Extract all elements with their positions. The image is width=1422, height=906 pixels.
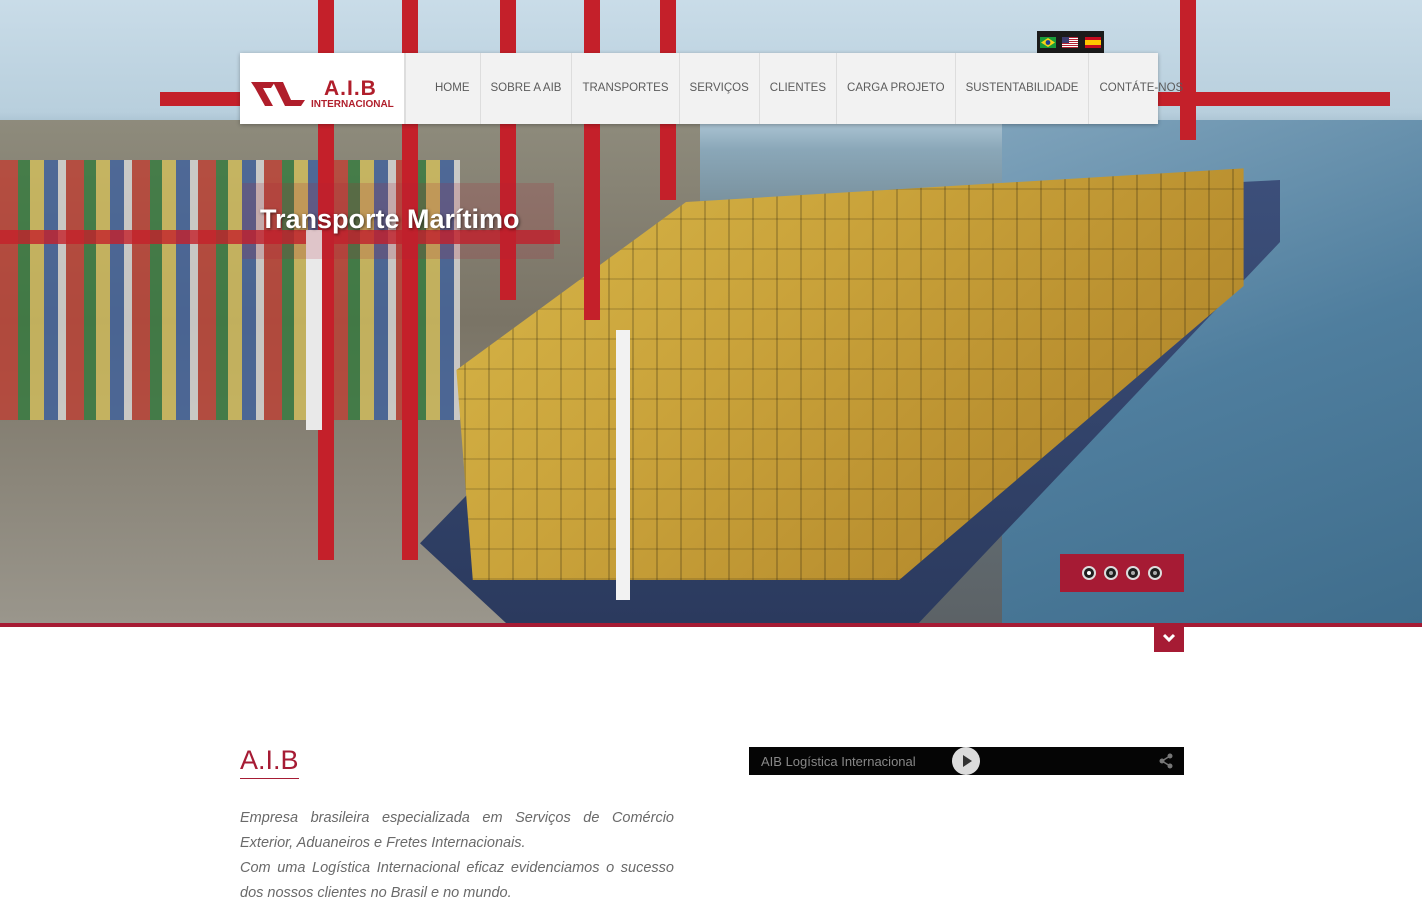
nav-menu: HOME SOBRE A AIB TRANSPORTES SERVIÇOS CL… (425, 53, 1193, 124)
aib-logo-icon (251, 82, 305, 106)
hero-crane-leg (584, 0, 600, 320)
hero-divider (0, 623, 1422, 627)
slide-caption: Transporte Marítimo (260, 204, 520, 234)
slider-dot-4[interactable] (1148, 566, 1162, 580)
nav-item-sustentabilidade[interactable]: SUSTENTABILIDADE (956, 53, 1090, 124)
nav-item-contate[interactable]: CONTÁTE-NOS (1089, 53, 1193, 124)
nav-item-servicos[interactable]: SERVIÇOS (680, 53, 760, 124)
video-player[interactable]: AIB Logística Internacional (749, 747, 1184, 775)
nav-item-carga-projeto[interactable]: CARGA PROJETO (837, 53, 956, 124)
slider-dot-1[interactable] (1082, 566, 1096, 580)
hero-ship-mast (616, 330, 630, 600)
video-title[interactable]: AIB Logística Internacional (761, 754, 916, 769)
play-icon[interactable] (952, 747, 980, 775)
usa-flag-icon[interactable] (1062, 36, 1079, 48)
logo-subtitle: INTERNACIONAL (311, 99, 394, 110)
nav-item-sobre[interactable]: SOBRE A AIB (481, 53, 573, 124)
about-paragraph-2: Com uma Logística Internacional eficaz e… (240, 860, 674, 901)
chevron-down-icon (1162, 633, 1176, 643)
about-text: Empresa brasileira especializada em Serv… (240, 806, 674, 906)
about-paragraph-1: Empresa brasileira especializada em Serv… (240, 810, 674, 851)
main-navbar: A.I.B INTERNACIONAL HOME SOBRE A AIB TRA… (240, 53, 1183, 124)
logo[interactable]: A.I.B INTERNACIONAL (240, 53, 406, 124)
nav-item-transportes[interactable]: TRANSPORTES (572, 53, 680, 124)
language-switcher (1037, 31, 1104, 53)
scroll-down-button[interactable] (1154, 627, 1184, 652)
slider-dot-3[interactable] (1126, 566, 1140, 580)
hero-crane-leg (306, 230, 322, 430)
section-title: A.I.B (240, 745, 299, 779)
nav-item-home[interactable]: HOME (425, 53, 481, 124)
share-icon[interactable] (1158, 753, 1174, 769)
brazil-flag-icon[interactable] (1040, 36, 1057, 48)
spain-flag-icon[interactable] (1084, 36, 1101, 48)
logo-title: A.I.B (324, 77, 377, 100)
slider-dot-2[interactable] (1104, 566, 1118, 580)
slider-pagination (1060, 554, 1184, 592)
nav-item-clientes[interactable]: CLIENTES (760, 53, 838, 124)
